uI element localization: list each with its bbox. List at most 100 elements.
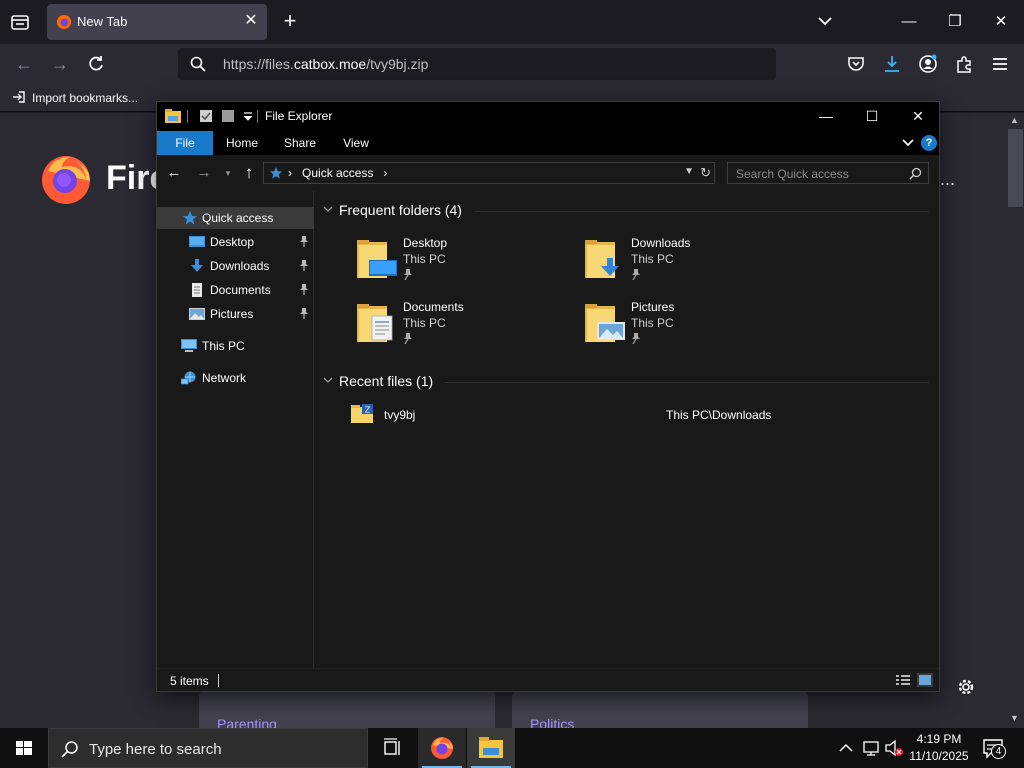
list-all-tabs-chevron-icon[interactable] xyxy=(816,12,834,30)
extensions-icon[interactable] xyxy=(954,54,974,74)
tab-title: New Tab xyxy=(77,14,128,29)
breadcrumb-separator-icon[interactable]: › xyxy=(383,166,387,180)
nav-item-label: Desktop xyxy=(210,235,255,249)
windows-taskbar: Type here to search 4:19 PM 11/10/2025 4 xyxy=(0,728,1024,768)
firefox-view-icon[interactable] xyxy=(10,12,30,32)
firefox-nav-bar: ← → https://files.catbox.moe/tvy9bj.zip xyxy=(0,44,1024,84)
minimize-icon[interactable]: — xyxy=(894,8,924,36)
pin-icon[interactable] xyxy=(299,259,309,271)
tab-file[interactable]: File xyxy=(157,131,213,155)
minimize-icon[interactable]: — xyxy=(803,102,849,131)
folder-location: This PC xyxy=(631,316,674,330)
explorer-title-bar[interactable]: File Explorer — ☐ ✕ xyxy=(157,102,939,131)
large-icons-view-icon[interactable] xyxy=(917,673,933,687)
breadcrumb-quick-access[interactable]: Quick access xyxy=(302,166,373,180)
nav-item-label: Documents xyxy=(210,283,271,297)
gear-icon[interactable] xyxy=(956,677,976,697)
new-folder-icon[interactable] xyxy=(221,109,235,123)
pin-icon[interactable] xyxy=(299,283,309,295)
close-window-icon[interactable]: ✕ xyxy=(986,8,1016,36)
properties-icon[interactable] xyxy=(199,109,213,123)
menu-hamburger-icon[interactable] xyxy=(990,54,1010,74)
folder-location: This PC xyxy=(631,252,674,266)
nav-item-label: Quick access xyxy=(202,211,274,225)
folder-tile-downloads[interactable]: Downloads This PC xyxy=(585,236,805,292)
refresh-icon[interactable]: ↻ xyxy=(700,165,711,181)
forward-arrow-icon[interactable]: → xyxy=(195,164,213,182)
nav-item-network[interactable]: Network xyxy=(157,367,314,389)
help-icon[interactable]: ? xyxy=(921,135,937,151)
task-view-icon[interactable] xyxy=(368,728,416,768)
tab-new-tab[interactable]: New Tab ✕ xyxy=(47,4,267,40)
network-status-icon[interactable] xyxy=(862,728,880,768)
list-item[interactable]: Z tvy9bj This PC\Downloads xyxy=(351,403,931,427)
pin-icon[interactable] xyxy=(299,235,309,247)
back-arrow-icon[interactable]: ← xyxy=(165,164,183,182)
tab-share[interactable]: Share xyxy=(275,131,325,155)
nav-item-label: Downloads xyxy=(210,259,270,273)
folder-tile-pictures[interactable]: Pictures This PC xyxy=(585,300,805,356)
forward-arrow-icon[interactable]: → xyxy=(48,52,72,76)
customize-toolbar-chevron-icon[interactable] xyxy=(241,109,255,123)
expand-ribbon-chevron-icon[interactable] xyxy=(901,136,915,150)
tab-home[interactable]: Home xyxy=(217,131,267,155)
scroll-down-icon[interactable]: ▼ xyxy=(1010,713,1019,723)
new-tab-button[interactable]: + xyxy=(280,10,300,32)
story-card-parenting[interactable]: Parenting xyxy=(199,691,495,732)
more-options-icon[interactable]: ... xyxy=(940,169,955,190)
up-arrow-icon[interactable]: ↑ xyxy=(240,164,258,182)
collapse-chevron-icon[interactable] xyxy=(323,375,333,385)
downloads-icon[interactable] xyxy=(882,54,902,74)
taskbar-firefox[interactable] xyxy=(418,728,466,768)
import-bookmarks-button[interactable]: Import bookmarks... xyxy=(12,90,138,105)
group-header-label: Recent files (1) xyxy=(339,373,434,389)
nav-item-desktop[interactable]: Desktop xyxy=(157,231,314,253)
clock-date: 11/10/2025 xyxy=(909,749,969,763)
nav-item-quick-access[interactable]: Quick access xyxy=(157,207,314,229)
folder-name: Downloads xyxy=(631,236,691,250)
pocket-icon[interactable] xyxy=(846,54,866,74)
scrollbar-thumb[interactable] xyxy=(1008,129,1023,207)
folder-tile-documents[interactable]: Documents This PC xyxy=(357,300,577,356)
volume-muted-icon[interactable] xyxy=(884,728,904,768)
nav-item-documents[interactable]: Documents xyxy=(157,279,314,301)
search-input[interactable]: Search Quick access xyxy=(727,162,929,184)
story-card-politics[interactable]: Politics xyxy=(512,691,808,732)
taskbar-search-input[interactable]: Type here to search xyxy=(48,728,368,768)
account-icon[interactable] xyxy=(918,54,938,74)
nav-item-pictures[interactable]: Pictures xyxy=(157,303,314,325)
taskbar-clock[interactable]: 4:19 PM 11/10/2025 xyxy=(906,731,972,765)
pin-icon[interactable] xyxy=(299,307,309,319)
address-dropdown-chevron-icon[interactable]: ▼ xyxy=(684,166,694,177)
pictures-icon xyxy=(189,308,205,320)
url-bar[interactable]: https://files.catbox.moe/tvy9bj.zip xyxy=(178,48,776,80)
recent-file-path: This PC\Downloads xyxy=(666,408,772,422)
folder-name: Pictures xyxy=(631,300,675,314)
collapse-chevron-icon[interactable] xyxy=(323,204,333,214)
group-header-frequent-folders[interactable]: Frequent folders (4) xyxy=(323,202,462,218)
group-header-recent-files[interactable]: Recent files (1) xyxy=(323,373,433,389)
scroll-up-icon[interactable]: ▲ xyxy=(1010,115,1019,125)
show-hidden-icons-chevron-icon[interactable] xyxy=(838,728,854,768)
details-view-icon[interactable] xyxy=(895,673,911,687)
address-bar[interactable]: › Quick access › ▼ ↻ xyxy=(263,162,715,184)
pin-icon xyxy=(404,333,412,344)
folder-tile-desktop[interactable]: Desktop This PC xyxy=(357,236,577,292)
nav-item-this-pc[interactable]: This PC xyxy=(157,335,314,357)
back-arrow-icon[interactable]: ← xyxy=(12,52,36,76)
taskbar-file-explorer[interactable] xyxy=(467,728,515,768)
reload-icon[interactable] xyxy=(86,54,106,74)
close-tab-icon[interactable]: ✕ xyxy=(243,13,259,29)
tab-view[interactable]: View xyxy=(331,131,381,155)
pin-icon xyxy=(404,269,412,280)
windows-start-icon[interactable] xyxy=(0,728,48,768)
downloads-folder-icon xyxy=(585,240,619,278)
file-explorer-window: File Explorer — ☐ ✕ File Home Share View… xyxy=(156,101,940,692)
maximize-icon[interactable]: ☐ xyxy=(849,102,895,131)
close-icon[interactable]: ✕ xyxy=(895,102,941,131)
folder-location: This PC xyxy=(403,316,446,330)
recent-locations-chevron-icon[interactable]: ▾ xyxy=(219,164,237,182)
folder-name: Documents xyxy=(403,300,464,314)
restore-icon[interactable]: ❐ xyxy=(940,8,970,36)
nav-item-downloads[interactable]: Downloads xyxy=(157,255,314,277)
